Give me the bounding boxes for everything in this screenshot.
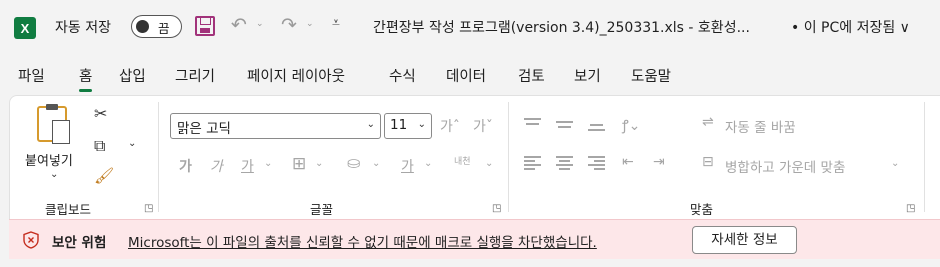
copy-icon[interactable]: ⧉	[94, 136, 105, 156]
italic-button[interactable]: 가	[210, 156, 223, 176]
security-message-link[interactable]: Microsoft는 이 파일의 출처를 신뢰할 수 없기 때문에 매크로 실행…	[128, 231, 597, 251]
undo-icon[interactable]: ↶	[231, 14, 247, 36]
copy-dropdown-icon[interactable]: ⌄	[128, 138, 136, 149]
clipboard-group-label: 클립보드	[45, 202, 92, 217]
tab-file[interactable]: 파일	[18, 65, 45, 86]
font-color-button[interactable]: 가	[401, 156, 414, 176]
more-info-button[interactable]: 자세한 정보	[692, 226, 797, 254]
font-group-label: 글꼴	[310, 202, 334, 217]
align-top-icon[interactable]	[524, 118, 541, 131]
group-divider	[508, 102, 509, 212]
increase-indent-icon[interactable]: ⇥	[653, 154, 665, 170]
paste-dropdown-icon[interactable]: ⌄	[50, 169, 58, 180]
align-center-icon[interactable]	[556, 156, 573, 170]
align-bottom-icon[interactable]	[588, 118, 605, 131]
align-middle-icon[interactable]	[556, 118, 573, 131]
tab-help[interactable]: 도움말	[631, 65, 671, 86]
alignment-launcher-icon[interactable]: ◳	[906, 203, 915, 214]
align-right-icon[interactable]	[588, 156, 605, 170]
undo-dropdown-icon[interactable]: ⌄	[256, 19, 264, 29]
title-bar: X 자동 저장 끔 ↶ ⌄ ↷ ⌄ ⩡ 간편장부 작성 프로그램(version…	[0, 0, 940, 54]
tab-view[interactable]: 보기	[574, 65, 601, 86]
underline-dropdown-icon[interactable]: ⌄	[264, 158, 272, 169]
tab-home[interactable]: 홈	[79, 65, 93, 92]
save-location[interactable]: • 이 PC에 저장됨 ∨	[791, 17, 910, 37]
save-icon[interactable]	[195, 16, 215, 36]
paste-icon[interactable]	[37, 104, 70, 144]
increase-font-size-icon[interactable]: 가ˆ	[440, 116, 460, 136]
excel-logo-icon: X	[14, 17, 36, 39]
group-divider	[924, 102, 925, 212]
tab-data[interactable]: 데이터	[446, 65, 486, 86]
underline-button[interactable]: 가	[241, 156, 254, 176]
group-divider	[158, 102, 159, 212]
clipboard-launcher-icon[interactable]: ◳	[144, 203, 153, 214]
bold-button[interactable]: 가	[179, 156, 192, 176]
font-size-dropdown[interactable]: 11 ⌄	[384, 113, 432, 139]
align-left-icon[interactable]	[524, 156, 541, 170]
border-icon[interactable]: ⊞	[292, 154, 306, 174]
shield-warning-icon	[23, 231, 39, 249]
font-color-dropdown-icon[interactable]: ⌄	[424, 158, 432, 169]
fill-color-dropdown-icon[interactable]: ⌄	[372, 158, 380, 169]
tab-formulas[interactable]: 수식	[389, 65, 416, 86]
orientation-icon[interactable]: ꝭ⌄	[622, 116, 640, 135]
toggle-knob	[136, 19, 149, 33]
tab-insert[interactable]: 삽입	[119, 65, 146, 86]
paste-button-label[interactable]: 붙여넣기	[25, 150, 73, 169]
tab-draw[interactable]: 그리기	[175, 65, 215, 86]
decrease-font-size-icon[interactable]: 가ˇ	[473, 116, 493, 136]
merge-dropdown-icon[interactable]: ⌄	[891, 158, 899, 169]
cut-icon[interactable]: ✂	[94, 104, 107, 123]
tab-review[interactable]: 검토	[518, 65, 545, 86]
merge-center-icon[interactable]: ⊟	[702, 154, 714, 170]
redo-icon[interactable]: ↷	[281, 14, 297, 36]
ribbon: 붙여넣기 ⌄ ✂ ⧉ ⌄ 🖌 클립보드 ◳ 맑은 고딕 ⌄ 11 ⌄ 가ˆ 가ˇ…	[9, 95, 940, 219]
wrap-text-button[interactable]: 자동 줄 바꿈	[725, 116, 796, 136]
alignment-group-label: 맞춤	[690, 202, 714, 217]
autosave-state: 끔	[158, 21, 170, 36]
file-title: 간편장부 작성 프로그램(version 3.4)_250331.xls - 호…	[373, 20, 750, 36]
font-name-dropdown[interactable]: 맑은 고딕 ⌄	[170, 113, 381, 139]
font-name-value: 맑은 고딕	[177, 121, 231, 137]
autosave-toggle[interactable]: 끔	[131, 15, 182, 38]
chevron-down-icon: ⌄	[366, 119, 375, 130]
format-painter-icon[interactable]: 🖌	[94, 166, 114, 185]
chevron-down-icon: ⌄	[417, 119, 426, 130]
ribbon-tabs: 파일 홈 삽입 그리기 페이지 레이아웃 수식 데이터 검토 보기 도움말	[0, 54, 940, 94]
font-launcher-icon[interactable]: ◳	[492, 203, 501, 214]
phonetic-guide-button[interactable]: 내천	[454, 154, 471, 167]
merge-center-button[interactable]: 병합하고 가운데 맞춤	[725, 156, 845, 176]
wrap-text-icon[interactable]: ⇌	[702, 114, 714, 130]
customize-toolbar-icon[interactable]: ⩡	[332, 15, 340, 31]
redo-dropdown-icon[interactable]: ⌄	[306, 19, 314, 29]
security-warning-bar: 보안 위험 Microsoft는 이 파일의 출처를 신뢰할 수 없기 때문에 …	[9, 219, 940, 259]
autosave-label: 자동 저장	[55, 20, 111, 36]
decrease-indent-icon[interactable]: ⇤	[622, 154, 634, 170]
tab-page-layout[interactable]: 페이지 레이아웃	[247, 65, 345, 86]
fill-color-icon[interactable]: ⛀	[347, 153, 360, 172]
phonetic-dropdown-icon[interactable]: ⌄	[485, 158, 493, 169]
font-size-value: 11	[390, 117, 408, 133]
security-title: 보안 위험	[52, 235, 107, 251]
border-dropdown-icon[interactable]: ⌄	[315, 158, 323, 169]
